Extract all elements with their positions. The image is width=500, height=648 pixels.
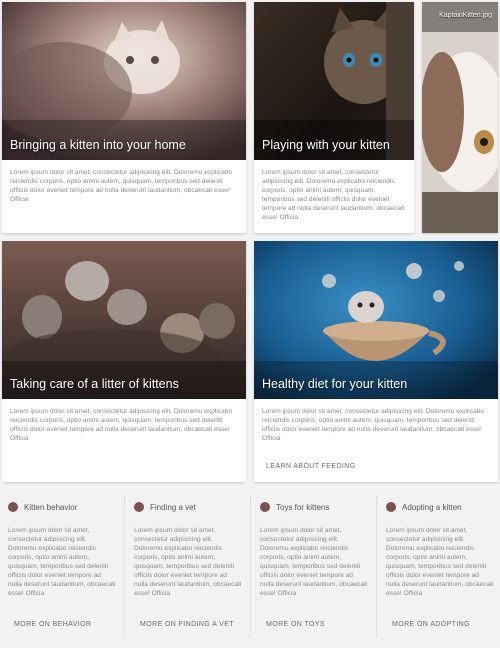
avatar-dot-icon — [8, 502, 18, 512]
image-filename: KaptainKitten.jpg — [439, 12, 492, 19]
avatar-dot-icon — [260, 502, 270, 512]
kitten-home-image: Bringing a kitten into your home — [2, 2, 246, 160]
small-card-header: Toys for kittens — [260, 502, 329, 512]
column-divider — [250, 496, 251, 636]
avatar-dot-icon — [134, 502, 144, 512]
litter-title: Taking care of a litter of kittens — [10, 377, 179, 391]
card-kitten-home: Bringing a kitten into your home Lorem i… — [2, 2, 246, 233]
small-card-header: Finding a vet — [134, 502, 196, 512]
card-playing: Playing with your kitten Lorem ipsum dol… — [254, 2, 414, 233]
diet-body: Lorem ipsum dolor sit amet, consectetur … — [262, 408, 485, 442]
more-on-behavior-button[interactable]: MORE ON BEHAVIOR — [14, 621, 91, 628]
small-card-body: Lorem ipsum dolor sit amet, consectetur … — [386, 527, 494, 597]
small-card-adopting: Adopting a kitten Lorem ipsum dolor sit … — [380, 492, 498, 640]
more-on-finding-a-vet-button[interactable]: MORE ON FINDING A VET — [140, 621, 234, 628]
playing-image: Playing with your kitten — [254, 2, 414, 160]
column-divider — [124, 496, 125, 636]
litter-image: Taking care of a litter of kittens — [2, 241, 246, 399]
learn-about-feeding-button[interactable]: LEARN ABOUT FEEDING — [266, 463, 356, 470]
small-card-title: Adopting a kitten — [402, 502, 462, 512]
small-card-header: Kitten behavior — [8, 502, 77, 512]
small-card-behavior: Kitten behavior Lorem ipsum dolor sit am… — [2, 492, 120, 640]
kaptain-kitten-image: KaptainKitten.jpg — [422, 2, 498, 233]
card-litter: Taking care of a litter of kittens Lorem… — [2, 241, 246, 482]
litter-body: Lorem ipsum dolor sit amet, consectetur … — [10, 408, 233, 442]
more-on-toys-button[interactable]: MORE ON TOYS — [266, 621, 325, 628]
column-divider — [376, 496, 377, 636]
diet-title: Healthy diet for your kitten — [262, 377, 408, 391]
playing-body: Lorem ipsum dolor sit amet, consectetur … — [262, 169, 405, 221]
small-card-title: Kitten behavior — [24, 502, 78, 512]
small-card-body: Lorem ipsum dolor sit amet, consectetur … — [134, 527, 242, 597]
avatar-dot-icon — [386, 502, 396, 512]
kitten-home-title: Bringing a kitten into your home — [10, 138, 186, 152]
card-diet: Healthy diet for your kitten Lorem ipsum… — [254, 241, 498, 482]
playing-title: Playing with your kitten — [262, 138, 390, 152]
kitten-home-body: Lorem ipsum dolor sit amet, consectetur … — [10, 169, 233, 203]
small-card-title: Finding a vet — [150, 502, 196, 512]
small-card-body: Lorem ipsum dolor sit amet, consectetur … — [8, 527, 116, 597]
small-card-title: Toys for kittens — [276, 502, 330, 512]
card-side-image: KaptainKitten.jpg — [422, 2, 498, 233]
diet-image: Healthy diet for your kitten — [254, 241, 498, 399]
small-card-body: Lorem ipsum dolor sit amet, consectetur … — [260, 527, 368, 597]
more-on-adopting-button[interactable]: MORE ON ADOPTING — [392, 621, 470, 628]
small-card-vet: Finding a vet Lorem ipsum dolor sit amet… — [128, 492, 246, 640]
small-card-header: Adopting a kitten — [386, 502, 462, 512]
small-card-toys: Toys for kittens Lorem ipsum dolor sit a… — [254, 492, 372, 640]
